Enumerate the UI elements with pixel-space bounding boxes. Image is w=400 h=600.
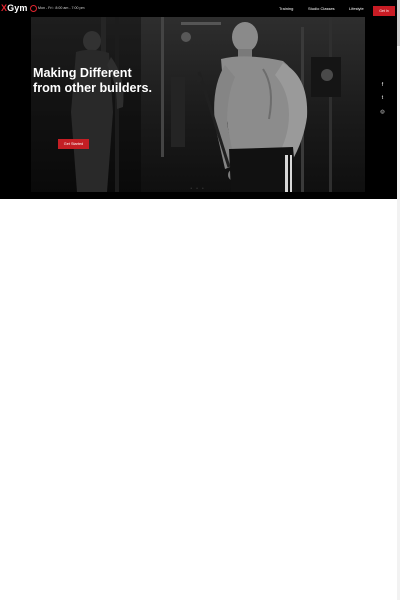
top-bar: XGym Mon - Fri : 8:00 am - 7:00 pm Train… <box>0 0 397 17</box>
logo[interactable]: XGym <box>1 3 27 13</box>
get-started-button[interactable]: Get Started <box>58 139 89 149</box>
instagram-icon[interactable]: ◎ <box>378 108 387 117</box>
hero-title: Making Different from other builders. <box>33 66 152 95</box>
slider-dots[interactable]: • • • <box>31 186 365 190</box>
page: XGym Mon - Fri : 8:00 am - 7:00 pm Train… <box>0 0 400 600</box>
facebook-icon[interactable]: f <box>378 81 387 90</box>
twitter-icon[interactable]: t <box>378 94 387 103</box>
hero-background-image <box>31 17 341 192</box>
hero-banner: Making Different from other builders. Ge… <box>31 17 365 192</box>
header-cta-button[interactable]: Get In <box>373 6 395 16</box>
logo-text: Gym <box>7 3 28 13</box>
nav-training[interactable]: Training <box>279 6 293 11</box>
opening-hours: Mon - Fri : 8:00 am - 7:00 pm <box>38 6 85 10</box>
header-hero-band: XGym Mon - Fri : 8:00 am - 7:00 pm Train… <box>0 0 397 199</box>
clock-icon <box>30 5 37 12</box>
nav-lifestyle[interactable]: Lifestyle <box>349 6 364 11</box>
nav-studio-classes[interactable]: Studio Classes <box>308 6 335 11</box>
